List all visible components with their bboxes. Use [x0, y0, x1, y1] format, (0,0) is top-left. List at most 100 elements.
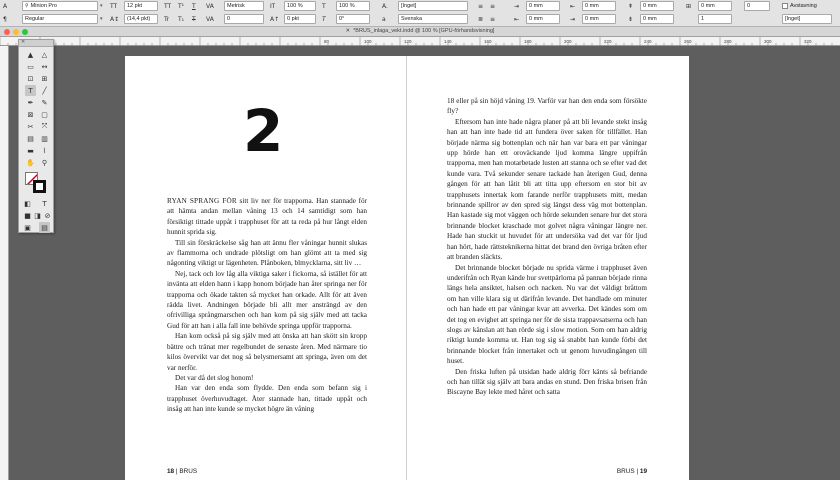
right-indent-value: 0 mm [529, 16, 543, 22]
superscript-icon[interactable]: T¹ [178, 1, 184, 11]
page-left[interactable]: 2 RYAN SPRANG FÖR sitt liv ner för trapp… [125, 56, 407, 480]
ruler-label: 200 [564, 39, 572, 44]
fill-stroke-swatches[interactable] [25, 172, 47, 194]
columns-value: 0 [747, 3, 751, 9]
skew-field[interactable]: 0° [336, 14, 370, 24]
scissors-tool-icon[interactable]: ✂ [25, 121, 36, 132]
note-tool-icon[interactable]: ▬ [25, 145, 36, 156]
font-size-field[interactable]: 12 pkt [124, 1, 158, 11]
tools-panel-header[interactable]: ✕ [19, 39, 53, 47]
para-style-field[interactable]: [Inget] [782, 14, 832, 24]
hyphenate-label: Avstavning [790, 3, 817, 9]
horizontal-ruler[interactable]: 80 100 120 140 160 180 200 220 240 260 280 300 320 [0, 37, 840, 46]
dropcap-lines-field[interactable]: 1 [698, 14, 732, 24]
eyedropper-tool-icon[interactable]: ⌇ [39, 145, 50, 156]
language-field[interactable]: Svenska [398, 14, 468, 24]
page-right[interactable]: 18 eller på sin höjd våning 19. Varför v… [407, 56, 689, 480]
rectangle-tool-icon[interactable]: ▢ [39, 109, 50, 120]
close-panel-icon[interactable]: ✕ [21, 39, 25, 45]
gradient-feather-tool-icon[interactable]: ▥ [39, 133, 50, 144]
first-indent-field[interactable]: 0 mm [582, 1, 616, 11]
hyphenate-checkbox[interactable]: Avstavning [782, 1, 817, 11]
content-collector-icon[interactable]: ⊡ [25, 73, 36, 84]
ruler-label: 220 [604, 39, 612, 44]
gradient-swatch-tool-icon[interactable]: ▤ [25, 133, 36, 144]
left-paragraph: RYAN SPRANG FÖR sitt liv ner för trappor… [167, 196, 367, 238]
stroke-swatch[interactable] [33, 180, 46, 193]
leading-icon: A↕ [110, 15, 120, 23]
para-style-value: [Inget] [785, 16, 801, 22]
space-before-field[interactable]: 0 mm [640, 1, 674, 11]
space-before-icon: ⇞ [628, 2, 634, 10]
left-indent-field[interactable]: 0 mm [526, 1, 560, 11]
search-icon: ⚲ [25, 3, 29, 9]
paragraph-text: Nej, tack och lov låg alla viktiga saker… [167, 269, 367, 330]
font-style-caret[interactable]: ▾ [100, 14, 103, 24]
space-after-2-field[interactable]: 0 mm [640, 14, 674, 24]
gap-tool-icon[interactable]: ↔ [39, 61, 50, 72]
right-text-frame[interactable]: 18 eller på sin höjd våning 19. Varför v… [447, 96, 647, 398]
ruler-label: 240 [644, 39, 652, 44]
char-style-icon: A. [382, 2, 388, 10]
tracking-icon: VA [206, 15, 214, 23]
line-tool-icon[interactable]: ╱ [39, 85, 50, 96]
close-tab-icon[interactable]: ✕ [346, 28, 351, 34]
justify-icon[interactable]: ≣ [478, 14, 483, 24]
underline-icon[interactable]: T [192, 1, 196, 11]
selection-tool-icon[interactable]: ▲ [25, 49, 36, 60]
document-tab[interactable]: ✕ *BRUS_inlaga_vekt.indd @ 100 % [GPU-för… [0, 28, 840, 34]
last-indent-field[interactable]: 0 mm [582, 14, 616, 24]
control-row-1: A ⚲ Minion Pro ▾ TT 12 pkt TT T¹ T VA Me… [0, 0, 840, 13]
align-right-icon[interactable]: ≡ [490, 14, 495, 24]
horizontal-scale-field[interactable]: 100 % [336, 1, 370, 11]
ruler-label: 280 [724, 39, 732, 44]
right-paragraph: Den friska luften på utsidan hade aldrig… [447, 367, 647, 397]
control-row-2: ¶ Regular ▾ A↕ (14,4 pkt) Tr T₁ T VA 0 A… [0, 13, 840, 26]
apply-none-icon[interactable]: ⊘ [42, 210, 53, 221]
zoom-tool-icon[interactable]: ⚲ [39, 157, 50, 168]
paragraph-mode-icon[interactable]: ¶ [3, 14, 7, 24]
hand-tool-icon[interactable]: ✋ [25, 157, 36, 168]
small-caps-icon[interactable]: Tr [164, 14, 169, 24]
right-folio-title: BRUS [616, 468, 635, 475]
type-tool-icon[interactable]: T [25, 85, 36, 96]
free-transform-tool-icon[interactable]: ⤧ [39, 121, 50, 132]
left-indent-value: 0 mm [529, 3, 543, 9]
align-center-icon[interactable]: ≡ [490, 1, 495, 11]
preview-mode-icon[interactable]: ▤ [39, 222, 50, 233]
subscript-icon[interactable]: T₁ [178, 14, 184, 24]
character-mode-icon[interactable]: A [3, 1, 7, 11]
content-placer-icon[interactable]: ⊞ [39, 73, 50, 84]
space-after-field[interactable]: 0 mm [698, 1, 732, 11]
columns-field[interactable]: 0 [744, 1, 770, 11]
left-paragraph: Det var då det slog honom! [167, 373, 367, 383]
right-indent-field[interactable]: 0 mm [526, 14, 560, 24]
page-tool-icon[interactable]: ▭ [25, 61, 36, 72]
tracking-value: 0 [227, 16, 231, 22]
direct-selection-tool-icon[interactable]: △ [39, 49, 50, 60]
vertical-ruler[interactable] [0, 46, 9, 480]
tracking-field[interactable]: 0 [224, 14, 264, 24]
vertical-scale-field[interactable]: 100 % [284, 1, 316, 11]
kerning-field[interactable]: Metrisk [224, 1, 264, 11]
font-family-caret[interactable]: ▾ [100, 1, 103, 11]
all-caps-icon[interactable]: TT [164, 1, 171, 11]
ruler-label: 180 [524, 39, 532, 44]
pen-tool-icon[interactable]: ✒ [25, 97, 36, 108]
pencil-tool-icon[interactable]: ✎ [39, 97, 50, 108]
rect-frame-tool-icon[interactable]: ⊠ [25, 109, 36, 120]
leading-field[interactable]: (14,4 pkt) [124, 14, 158, 24]
char-style-value: [Inget] [401, 3, 417, 9]
font-style-field[interactable]: Regular [22, 14, 98, 24]
formatting-text-icon[interactable]: T [39, 198, 50, 209]
char-style-field[interactable]: [Inget] [398, 1, 468, 11]
default-colors-icon[interactable]: ◧ [22, 198, 33, 209]
strikethrough-icon[interactable]: T [192, 14, 196, 24]
normal-view-icon[interactable]: ▣ [22, 222, 33, 233]
baseline-shift-field[interactable]: 0 pkt [284, 14, 316, 24]
align-left-icon[interactable]: ≡ [478, 1, 483, 11]
left-text-frame[interactable]: RYAN SPRANG FÖR sitt liv ner för trappor… [167, 196, 367, 415]
leading-value: (14,4 pkt) [127, 16, 151, 22]
ruler-label: 140 [444, 39, 452, 44]
font-family-field[interactable]: ⚲ Minion Pro [22, 1, 98, 11]
